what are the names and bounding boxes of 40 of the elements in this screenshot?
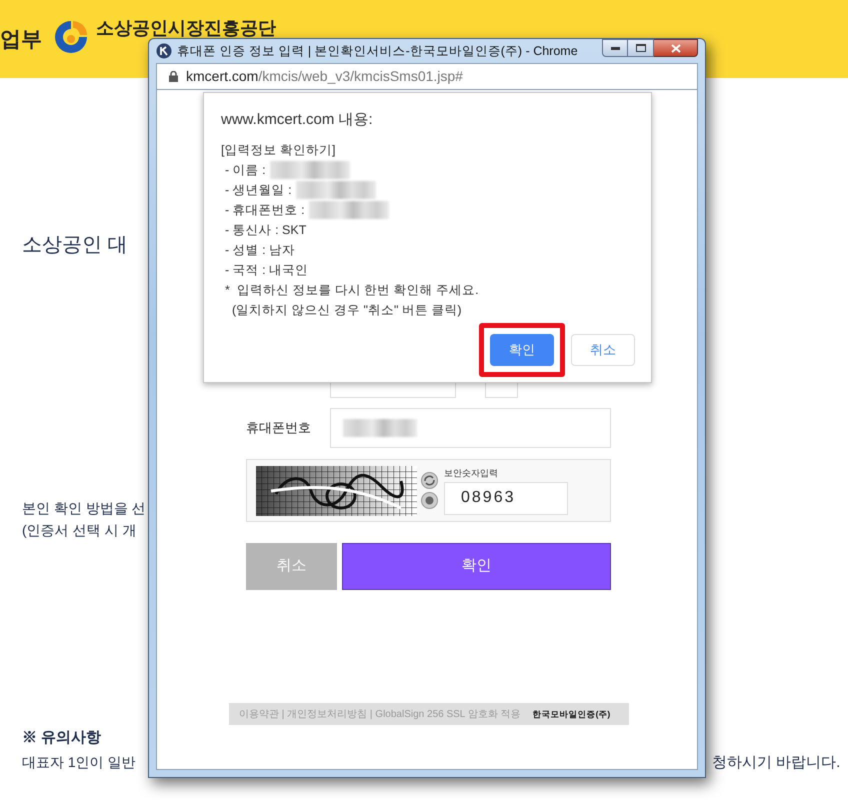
info-line: - 휴대폰번호 : xyxy=(225,202,305,219)
menu-text[interactable]: 업부 xyxy=(0,24,42,56)
audio-icon[interactable] xyxy=(421,492,438,509)
instruction-text: 본인 확인 방법을 선 xyxy=(22,499,146,518)
notice-text: 대표자 1인이 일반 xyxy=(22,753,136,772)
minimize-button[interactable] xyxy=(602,39,628,57)
organization-name: 소상공인시장진흥공단 xyxy=(96,17,276,40)
footer-brand: 한국모바일인증(주) xyxy=(532,708,610,720)
info-line: - 통신사 : SKT xyxy=(225,222,306,239)
notice-text: 청하시기 바랍니다. xyxy=(712,753,840,773)
instruction-text: (인증서 선택 시 개 xyxy=(22,521,136,540)
close-button[interactable] xyxy=(654,39,698,57)
refresh-icon[interactable] xyxy=(421,472,438,489)
minimize-icon xyxy=(610,46,620,50)
dialog-heading: [입력정보 확인하기] xyxy=(221,142,336,159)
lock-icon xyxy=(169,71,178,82)
field-label: 휴대폰번호 xyxy=(246,419,312,438)
close-icon xyxy=(670,44,680,52)
info-line: - 이름 : xyxy=(225,162,266,179)
url-text: kmcert.com/kmcis/web_v3/kmcisSms01.jsp# xyxy=(186,67,463,86)
logo-icon xyxy=(53,19,89,55)
info-line: - 성별 : 남자 xyxy=(225,242,296,259)
cancel-button[interactable]: 취소 xyxy=(571,334,635,366)
info-line: - 국적 : 내국인 xyxy=(225,262,308,279)
info-line: - 생년월일 : xyxy=(225,182,292,199)
dialog-title: www.kmcert.com 내용: xyxy=(221,110,374,130)
input-field[interactable] xyxy=(330,408,611,448)
notice-title: ※ 유의사항 xyxy=(22,728,102,748)
maximize-icon xyxy=(636,44,646,52)
note-text: * 입력하신 정보를 다시 한번 확인해 주세요. xyxy=(224,282,480,299)
site-logo-icon xyxy=(156,43,172,59)
window-title: 휴대폰 인증 정보 입력 | 본인확인서비스-한국모바일인증(주) - Chrome xyxy=(177,42,578,60)
confirm-button[interactable]: 확인 xyxy=(342,543,611,590)
ok-button[interactable]: 확인 xyxy=(490,334,554,366)
captcha-input[interactable]: 08963 xyxy=(444,482,568,514)
note-text: (일치하지 않으신 경우 "취소" 버튼 클릭) xyxy=(230,302,463,319)
captcha-label: 보안숫자입력 xyxy=(444,466,499,478)
address-bar[interactable]: kmcert.com/kmcis/web_v3/kmcisSms01.jsp# xyxy=(156,63,698,90)
maximize-button[interactable] xyxy=(628,39,654,57)
page-heading: 소상공인 대 xyxy=(22,233,128,258)
